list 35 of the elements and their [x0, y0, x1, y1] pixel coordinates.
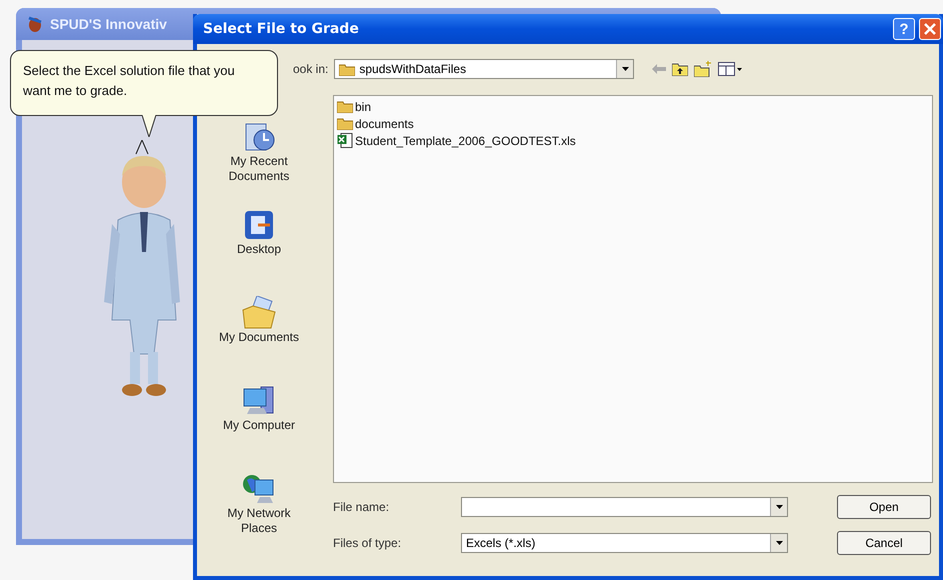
dropdown-arrow-icon — [776, 505, 782, 509]
up-folder-icon[interactable] — [672, 62, 688, 76]
folder-icon — [339, 62, 356, 76]
close-button[interactable] — [919, 18, 941, 40]
spreadsheet-file-icon — [337, 133, 353, 148]
close-icon — [924, 23, 936, 35]
file-item[interactable]: Student_Template_2006_GOODTEST.xls — [355, 134, 576, 148]
file-name-label: File name: — [333, 500, 390, 514]
cancel-button[interactable]: Cancel — [837, 531, 931, 555]
dialog-title: Select File to Grade — [203, 21, 360, 37]
places-bar-item[interactable]: My Recent Documents — [209, 120, 309, 204]
desktop-icon — [242, 208, 276, 242]
help-button[interactable]: ? — [893, 18, 915, 40]
folder-document-icon — [241, 296, 277, 330]
dropdown-arrow-icon — [776, 541, 782, 545]
open-button[interactable]: Open — [837, 495, 931, 519]
file-type-dropdown[interactable]: Excels (*.xls) — [461, 533, 788, 553]
file-item[interactable]: documents — [355, 116, 414, 130]
look-in-dropdown[interactable]: spudsWithDataFiles — [334, 59, 634, 79]
window-title: SPUD'S Innovativ — [50, 16, 167, 32]
places-bar-item[interactable]: Desktop — [209, 208, 309, 292]
potato-icon — [26, 15, 44, 33]
look-in-label: ook in: — [293, 62, 328, 76]
places-bar-item[interactable]: My Computer — [209, 384, 309, 468]
folder-icon — [337, 100, 353, 113]
new-folder-icon[interactable] — [694, 61, 712, 77]
views-menu-icon[interactable] — [718, 62, 742, 76]
balloon-text: Select the Excel solution file that you want me to grade. — [23, 62, 236, 100]
places-bar-item[interactable]: My Network Places — [209, 472, 309, 556]
file-name-field[interactable] — [461, 497, 788, 517]
file-item[interactable]: bin — [355, 100, 372, 114]
file-type-label: Files of type: — [333, 536, 402, 550]
folder-icon — [337, 117, 353, 130]
places-bar-item[interactable]: My Documents — [209, 296, 309, 380]
dropdown-arrow-icon — [622, 67, 629, 71]
